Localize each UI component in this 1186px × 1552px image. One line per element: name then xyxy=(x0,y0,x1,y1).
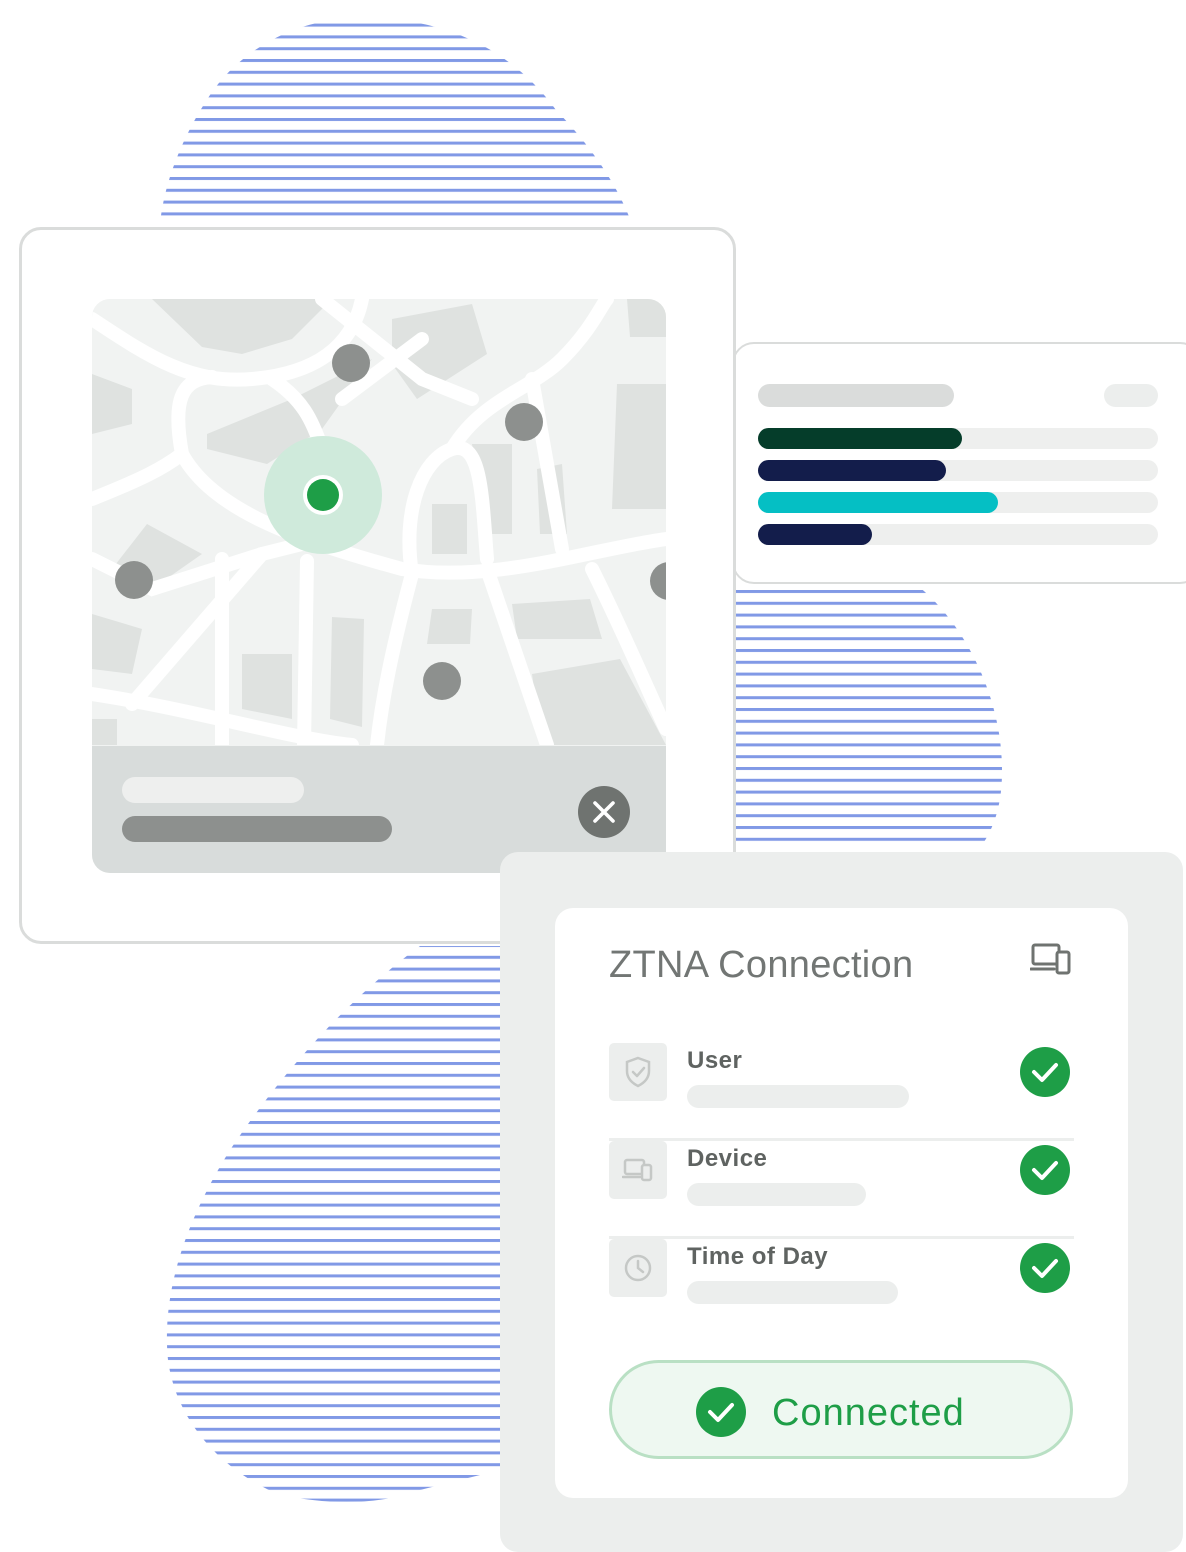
close-button[interactable] xyxy=(578,786,630,838)
check-row-detail-placeholder xyxy=(687,1085,909,1108)
progress-fill-bar-2 xyxy=(758,460,946,481)
progress-track xyxy=(758,492,1158,513)
ztna-connection-card: ZTNA Connection User Device Time of Day … xyxy=(555,908,1128,1498)
row-icon-box xyxy=(609,1141,667,1199)
map-marker[interactable] xyxy=(505,403,543,441)
check-passed-badge xyxy=(1020,1243,1070,1293)
ztna-panel-backdrop: ZTNA Connection User Device Time of Day … xyxy=(500,852,1183,1552)
check-passed-badge xyxy=(1020,1047,1070,1097)
check-row-label: Time of Day xyxy=(687,1243,829,1270)
devices-icon xyxy=(622,1158,653,1182)
map-marker[interactable] xyxy=(332,344,370,382)
map-view[interactable] xyxy=(92,299,666,873)
blob-top xyxy=(160,17,632,224)
check-row-time-of-day: Time of Day xyxy=(609,1239,1074,1337)
check-row-label: Device xyxy=(687,1145,768,1172)
row-icon-box xyxy=(609,1043,667,1101)
check-row-device: Device xyxy=(609,1141,1074,1239)
check-row-detail-placeholder xyxy=(687,1183,866,1206)
progress-fill-bar-3 xyxy=(758,492,998,513)
map-marker[interactable] xyxy=(115,561,153,599)
devices-icon[interactable] xyxy=(1030,942,1072,976)
map-marker[interactable] xyxy=(423,662,461,700)
progress-track xyxy=(758,524,1158,545)
current-location-dot xyxy=(307,479,339,511)
checkmark-icon xyxy=(1032,1161,1058,1180)
status-check-badge xyxy=(696,1387,746,1437)
progress-fill-bar-4 xyxy=(758,524,872,545)
map-info-title-placeholder xyxy=(122,777,304,803)
check-row-label: User xyxy=(687,1047,743,1074)
progress-fill-bar-1 xyxy=(758,428,962,449)
connection-status-button[interactable]: Connected xyxy=(609,1360,1073,1459)
clock-icon xyxy=(624,1254,652,1282)
checkmark-icon xyxy=(1032,1259,1058,1278)
check-passed-badge xyxy=(1020,1145,1070,1195)
connection-status-label: Connected xyxy=(772,1392,965,1434)
blob-right xyxy=(736,586,1003,842)
close-icon xyxy=(593,801,615,823)
checkmark-icon xyxy=(708,1403,734,1422)
bars-card-title-placeholder xyxy=(758,384,954,407)
blob-bottom xyxy=(166,946,500,1502)
check-row-detail-placeholder xyxy=(687,1281,898,1304)
progress-track xyxy=(758,460,1158,481)
progress-track xyxy=(758,428,1158,449)
checkmark-icon xyxy=(1032,1063,1058,1082)
shield-check-icon xyxy=(625,1056,651,1088)
activity-bars-card xyxy=(732,342,1186,584)
row-icon-box xyxy=(609,1239,667,1297)
bars-card-meta-placeholder xyxy=(1104,384,1158,407)
ztna-title: ZTNA Connection xyxy=(609,944,914,986)
map-info-subtitle-placeholder xyxy=(122,816,392,842)
street-map xyxy=(92,299,666,745)
check-row-user: User xyxy=(609,1043,1074,1141)
map-card xyxy=(19,227,736,944)
